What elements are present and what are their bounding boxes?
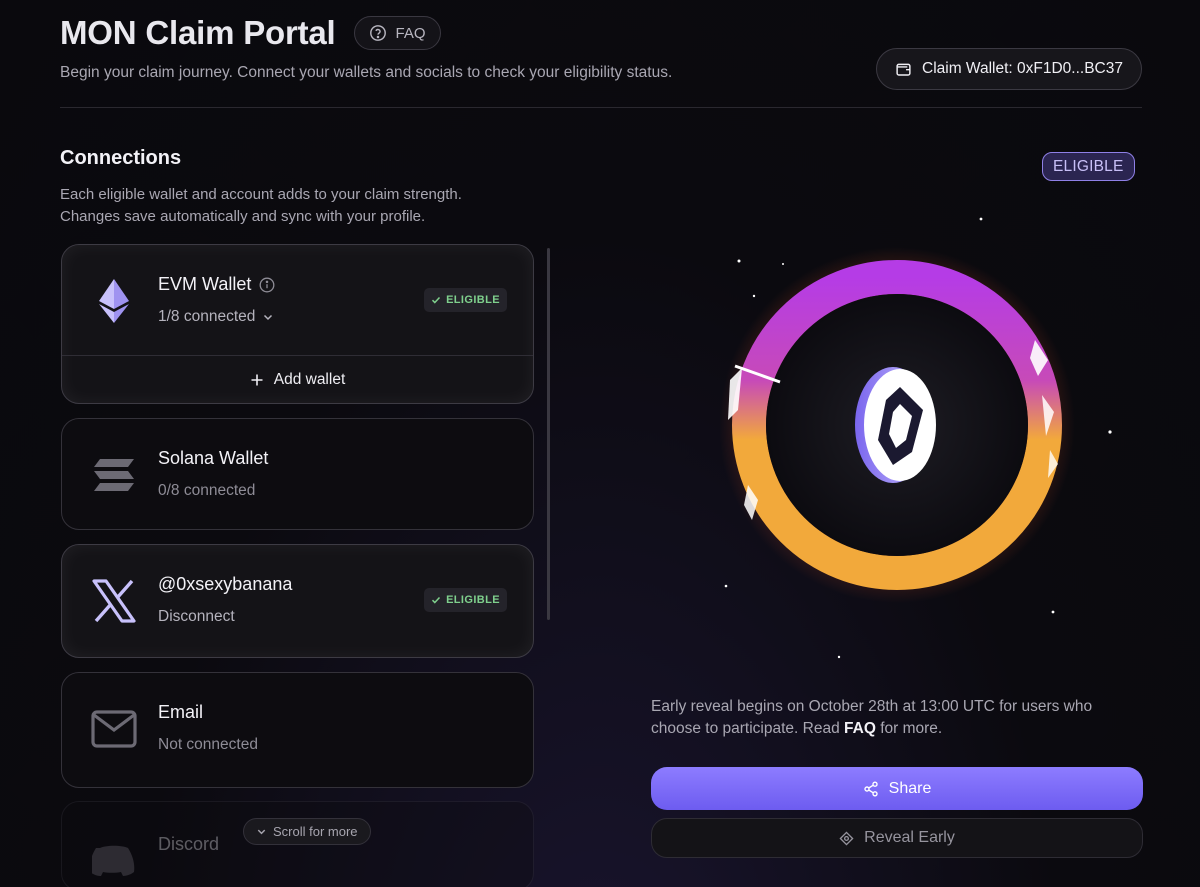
title-row: MON Claim Portal FAQ xyxy=(60,14,1142,52)
solana-wallet-name: Solana Wallet xyxy=(158,448,268,469)
email-main: Email Not connected xyxy=(62,673,533,787)
x-disconnect-label: Disconnect xyxy=(158,608,235,625)
check-icon xyxy=(432,596,441,604)
evm-eligible-badge: ELIGIBLE xyxy=(424,288,507,312)
evm-wallet-main: EVM Wallet 1/8 connected ELIGIBLE xyxy=(62,245,533,355)
eligibility-ring-graphic xyxy=(650,200,1150,670)
claim-wallet-label: Claim Wallet: 0xF1D0...BC37 xyxy=(922,60,1123,77)
evm-wallet-status-label: 1/8 connected xyxy=(158,308,256,325)
email-label: Email xyxy=(158,702,204,722)
reveal-early-label: Reveal Early xyxy=(864,829,955,846)
solana-icon xyxy=(90,451,138,499)
evm-wallet-card[interactable]: EVM Wallet 1/8 connected ELIGIBLE Add wa… xyxy=(61,244,534,404)
solana-wallet-main: Solana Wallet 0/8 connected xyxy=(62,419,533,529)
info-icon[interactable] xyxy=(259,277,275,293)
email-name: Email xyxy=(158,702,203,723)
scroll-for-more-label: Scroll for more xyxy=(273,824,358,839)
x-account-handle: @0xsexybanana xyxy=(158,574,293,594)
add-wallet-label: Add wallet xyxy=(273,370,346,388)
x-account-main: @0xsexybanana Disconnect ELIGIBLE xyxy=(62,545,533,657)
early-reveal-text: Early reveal begins on October 28th at 1… xyxy=(651,696,1131,740)
x-icon xyxy=(90,577,138,625)
plus-icon xyxy=(251,374,263,385)
share-icon xyxy=(863,781,878,797)
connections-scrollbar[interactable] xyxy=(547,248,550,620)
scroll-for-more-button[interactable]: Scroll for more xyxy=(243,818,371,845)
diamond-icon xyxy=(839,830,854,846)
connections-description: Each eligible wallet and account adds to… xyxy=(60,184,530,228)
discord-name: Discord xyxy=(158,834,219,855)
chevron-down-icon xyxy=(257,829,266,835)
solana-wallet-status-label: 0/8 connected xyxy=(158,482,256,499)
email-card[interactable]: Email Not connected xyxy=(61,672,534,788)
discord-label: Discord xyxy=(158,834,220,854)
email-status: Not connected xyxy=(158,736,258,754)
faq-button[interactable]: FAQ xyxy=(353,16,441,50)
mail-icon xyxy=(90,705,138,753)
reveal-early-button[interactable]: Reveal Early xyxy=(651,818,1143,858)
connections-title: Connections xyxy=(60,147,182,169)
page-header: MON Claim Portal FAQ Begin your claim jo… xyxy=(60,14,1142,108)
solana-wallet-status: 0/8 connected xyxy=(158,482,255,500)
ethereum-icon xyxy=(90,277,138,325)
connections-desc-line2: Changes save automatically and sync with… xyxy=(60,208,426,225)
faq-label: FAQ xyxy=(395,24,426,42)
check-icon xyxy=(432,296,441,304)
evm-wallet-label: EVM Wallet xyxy=(158,274,252,294)
early-reveal-text-tail: for more. xyxy=(875,720,943,737)
connections-desc-line1: Each eligible wallet and account adds to… xyxy=(60,186,462,203)
eligible-status-badge: ELIGIBLE xyxy=(1042,152,1135,181)
help-circle-icon xyxy=(369,25,386,41)
evm-eligible-label: ELIGIBLE xyxy=(446,294,500,306)
evm-wallet-name: EVM Wallet xyxy=(158,274,275,295)
email-status-label: Not connected xyxy=(158,736,258,753)
discord-icon xyxy=(90,836,138,884)
solana-wallet-card[interactable]: Solana Wallet 0/8 connected xyxy=(61,418,534,530)
claim-wallet-button[interactable]: Claim Wallet: 0xF1D0...BC37 xyxy=(876,48,1142,90)
add-wallet-button[interactable]: Add wallet xyxy=(62,355,533,403)
share-button[interactable]: Share xyxy=(651,767,1143,810)
wallet-icon xyxy=(896,63,911,76)
faq-inline-link[interactable]: FAQ xyxy=(844,720,876,737)
x-disconnect-link[interactable]: Disconnect xyxy=(158,608,235,626)
x-account-card[interactable]: @0xsexybanana Disconnect ELIGIBLE xyxy=(61,544,534,658)
x-account-name: @0xsexybanana xyxy=(158,574,292,595)
x-eligible-label: ELIGIBLE xyxy=(446,594,500,606)
page-title: MON Claim Portal xyxy=(60,14,336,51)
evm-wallet-status[interactable]: 1/8 connected xyxy=(158,308,274,326)
solana-wallet-label: Solana Wallet xyxy=(158,448,269,468)
share-label: Share xyxy=(888,779,932,797)
x-eligible-badge: ELIGIBLE xyxy=(424,588,507,612)
chevron-down-icon xyxy=(264,314,273,321)
